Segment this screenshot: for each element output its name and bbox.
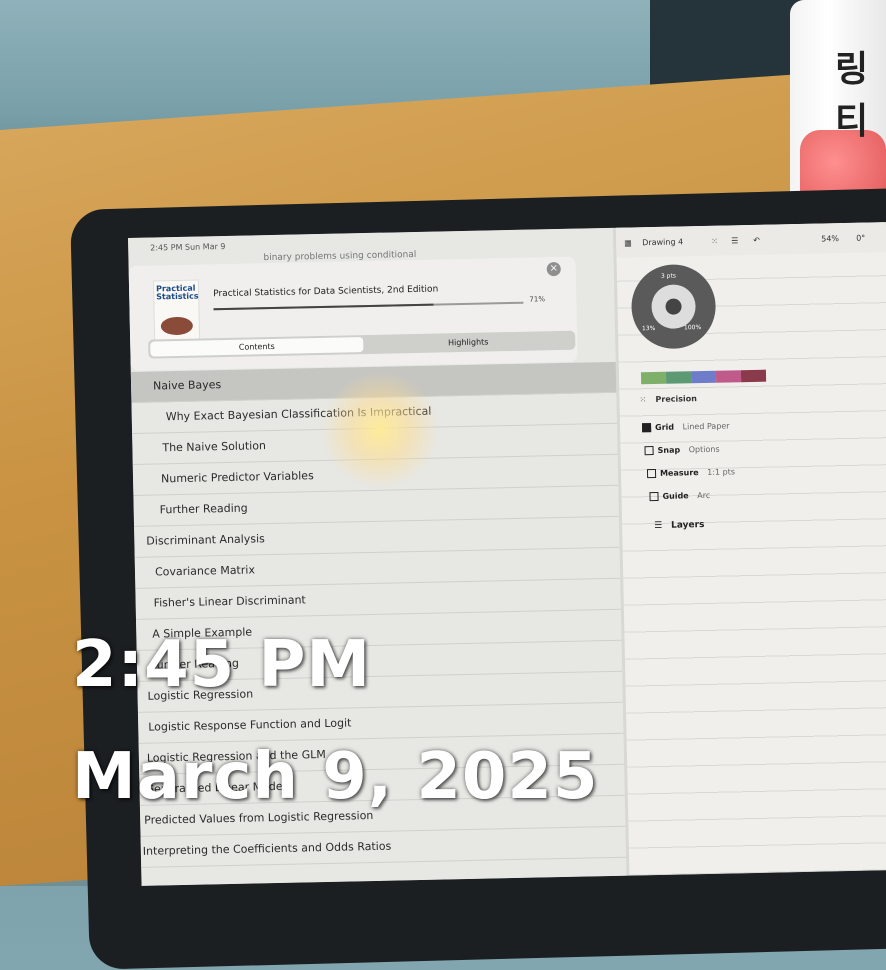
- layers-icon: ☰: [654, 520, 663, 532]
- snap-label: Snap: [657, 445, 681, 455]
- drawing-title[interactable]: Drawing 4: [642, 237, 683, 247]
- undo-icon[interactable]: ↶: [753, 236, 760, 245]
- drawing-pane: ▦ Drawing 4 ⁙ ☰ ↶ 54% 0° 3 pts 13% 100% …: [615, 222, 886, 876]
- toc-item-label: Logistic Response Function and Logit: [148, 716, 352, 734]
- book-cover[interactable]: Practical Statistics: [152, 279, 201, 343]
- dots-grid-icon[interactable]: ⁙: [711, 237, 718, 246]
- guide-label: Guide: [662, 491, 689, 501]
- book-info-card: Practical Statistics Practical Statistic…: [128, 256, 578, 371]
- grid-checkbox[interactable]: [641, 423, 652, 433]
- timestamp-time: 2:45 PM: [72, 628, 372, 702]
- measure-label: Measure: [659, 468, 699, 478]
- measure-toggle[interactable]: Measure 1:1 pts: [646, 467, 735, 479]
- fill-readout: 100%: [683, 324, 702, 332]
- layers-label: Layers: [670, 519, 705, 531]
- toc-item-label: Further Reading: [159, 501, 248, 517]
- measure-value[interactable]: 1:1 pts: [707, 467, 735, 477]
- color-swatch[interactable]: [665, 371, 692, 384]
- measure-checkbox[interactable]: [646, 468, 657, 479]
- close-icon[interactable]: ×: [546, 261, 561, 277]
- drawing-toolbar: ▦ Drawing 4 ⁙ ☰ ↶ 54% 0°: [615, 222, 886, 258]
- color-swatches: [640, 369, 767, 385]
- menu-icon[interactable]: ☰: [731, 236, 738, 245]
- toc-tab-switcher: Contents Highlights: [148, 330, 576, 359]
- toc-item-label: Fisher's Linear Discriminant: [153, 593, 306, 610]
- color-swatch[interactable]: [740, 369, 767, 383]
- brush-dial[interactable]: 3 pts 13% 100%: [630, 263, 717, 350]
- toc-item-label: Covariance Matrix: [154, 563, 256, 579]
- grid-label: Grid: [654, 422, 675, 433]
- snap-toggle[interactable]: Snap Options: [644, 445, 720, 456]
- toc-item-label: Discriminant Analysis: [146, 532, 265, 548]
- guide-checkbox[interactable]: [649, 491, 659, 502]
- brush-size: 3 pts: [660, 272, 677, 280]
- color-swatch[interactable]: [690, 370, 717, 384]
- reading-progress-bar[interactable]: [213, 301, 524, 311]
- light-glare: [320, 370, 440, 490]
- toc-item-label: Interpreting the Coefficients and Odds R…: [142, 839, 392, 858]
- guide-toggle[interactable]: Guide Arc: [649, 491, 710, 502]
- status-bar: 2:45 PM Sun Mar 9: [150, 241, 226, 253]
- book-title: Practical Statistics for Data Scientists…: [213, 284, 439, 300]
- angle-readout: 0°: [856, 233, 866, 243]
- bottle-label: 링티: [835, 49, 868, 142]
- grid-value[interactable]: Lined Paper: [683, 421, 730, 431]
- layers-row[interactable]: ☰ Layers: [654, 520, 704, 531]
- progress-percent: 71%: [529, 295, 546, 304]
- crab-illustration: [160, 316, 194, 336]
- reading-progress-fill: [213, 303, 434, 311]
- precision-icon: ⁙: [639, 395, 647, 405]
- guide-value[interactable]: Arc: [697, 491, 710, 500]
- zoom-level: 54%: [821, 234, 840, 244]
- color-swatch[interactable]: [640, 371, 667, 385]
- color-swatch[interactable]: [715, 370, 742, 383]
- toc-item-label: Naive Bayes: [152, 378, 222, 393]
- opacity-readout: 13%: [641, 324, 656, 333]
- snap-value[interactable]: Options: [689, 445, 720, 455]
- tab-highlights[interactable]: Highlights: [363, 333, 573, 352]
- grid-toggle[interactable]: Grid Lined Paper: [641, 421, 730, 433]
- tab-contents[interactable]: Contents: [150, 337, 364, 357]
- toc-item-label: The Naive Solution: [162, 439, 267, 455]
- grid-view-icon[interactable]: ▦: [624, 238, 632, 247]
- toc-item-label: Numeric Predictor Variables: [160, 469, 314, 486]
- cover-title: Practical Statistics: [155, 283, 199, 302]
- precision-label: Precision: [655, 394, 698, 404]
- snap-checkbox[interactable]: [644, 446, 654, 456]
- timestamp-date: March 9, 2025: [72, 740, 599, 814]
